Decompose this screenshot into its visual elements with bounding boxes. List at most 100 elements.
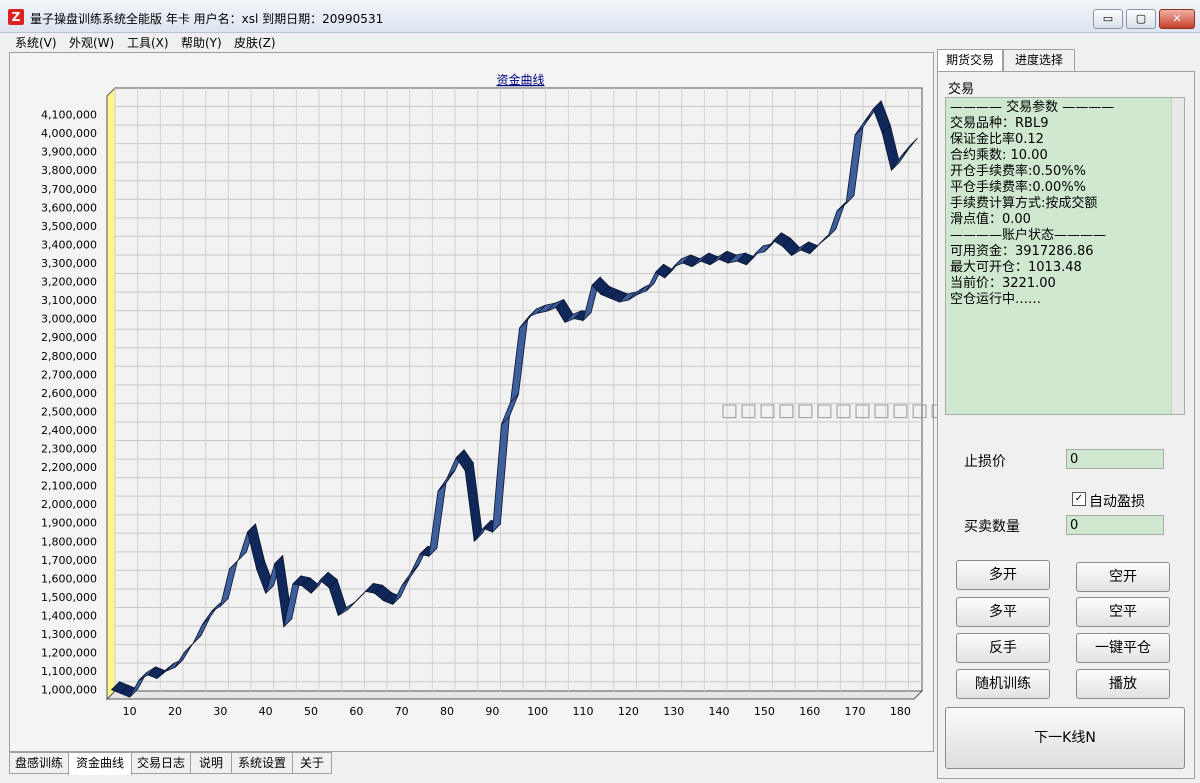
y-tick-label: 3,000,000 [41, 313, 97, 326]
y-tick-label: 3,300,000 [41, 257, 97, 270]
info-line: 合约乘数: 10.00 [950, 148, 1048, 163]
x-tick-label: 60 [349, 705, 363, 718]
y-tick-label: 2,000,000 [41, 498, 97, 511]
info-line: 空仓运行中…… [950, 292, 1042, 307]
menu-bar: 系统(V) 外观(W) 工具(X) 帮助(Y) 皮肤(Z) [0, 32, 1200, 50]
auto-stop-label: 自动盈损 [1089, 494, 1145, 510]
x-tick-label: 180 [890, 705, 911, 718]
x-tick-label: 170 [845, 705, 866, 718]
x-tick-label: 40 [259, 705, 273, 718]
info-line: 交易品种：RBL9 [950, 116, 1049, 131]
y-tick-label: 1,900,000 [41, 517, 97, 530]
y-tick-label: 2,400,000 [41, 424, 97, 437]
info-line: 可用资金：3917286.86 [950, 244, 1094, 259]
menu-system[interactable]: 系统(V) [15, 34, 57, 51]
info-scrollbar[interactable] [1171, 98, 1184, 414]
minimize-icon[interactable]: ▭ [1093, 9, 1123, 29]
app-logo-icon: Z [8, 9, 24, 25]
chart-side-wall [106, 86, 116, 701]
info-line: ————账户状态———— [950, 228, 1107, 243]
y-tick-label: 3,900,000 [41, 146, 97, 159]
chart-floor [105, 690, 924, 700]
reverse-button[interactable]: 反手 [956, 633, 1050, 663]
quantity-label: 买卖数量 [964, 519, 1020, 535]
y-tick-label: 2,700,000 [41, 368, 97, 381]
tab-system-settings[interactable]: 系统设置 [231, 752, 293, 774]
tab-about[interactable]: 关于 [292, 752, 332, 774]
y-tick-label: 3,100,000 [41, 294, 97, 307]
info-line: 当前价：3221.00 [950, 276, 1056, 291]
tab-futures-trading[interactable]: 期货交易 [937, 49, 1003, 73]
x-tick-label: 120 [618, 705, 639, 718]
y-tick-label: 1,800,000 [41, 535, 97, 548]
x-tick-label: 150 [754, 705, 775, 718]
y-tick-label: 2,100,000 [41, 480, 97, 493]
open-short-button[interactable]: 空开 [1076, 562, 1170, 592]
window-title: 量子操盘训练系统全能版 年卡 用户名：xsl 到期日期：20990531 [30, 12, 384, 26]
x-tick-label: 110 [573, 705, 594, 718]
auto-stop-checkbox[interactable]: ✓ [1072, 492, 1086, 506]
y-tick-label: 1,300,000 [41, 628, 97, 641]
info-line: 滑点值：0.00 [950, 212, 1031, 227]
y-tick-label: 2,300,000 [41, 443, 97, 456]
x-tick-label: 20 [168, 705, 182, 718]
x-tick-label: 100 [527, 705, 548, 718]
info-line: 手续费计算方式:按成交额 [950, 196, 1098, 211]
info-line: 开仓手续费率:0.50%% [950, 164, 1087, 179]
y-tick-label: 1,600,000 [41, 572, 97, 585]
y-tick-label: 2,900,000 [41, 331, 97, 344]
close-all-button[interactable]: 一键平仓 [1076, 633, 1170, 663]
menu-skin[interactable]: 皮肤(Z) [234, 34, 276, 51]
tab-instructions[interactable]: 说明 [190, 752, 232, 774]
x-tick-label: 90 [485, 705, 499, 718]
y-tick-label: 4,100,000 [41, 109, 97, 122]
play-button[interactable]: 播放 [1076, 669, 1170, 699]
title-bar: Z 量子操盘训练系统全能版 年卡 用户名：xsl 到期日期：20990531 ▭… [0, 0, 1200, 33]
stop-loss-input[interactable]: 0 [1066, 449, 1164, 469]
y-tick-label: 1,700,000 [41, 554, 97, 567]
info-line: ———— 交易参数 ———— [950, 100, 1115, 115]
close-short-button[interactable]: 空平 [1076, 597, 1170, 627]
y-tick-label: 1,500,000 [41, 591, 97, 604]
x-tick-label: 160 [799, 705, 820, 718]
tab-trade-log[interactable]: 交易日志 [131, 752, 191, 774]
chart-title: 资金曲线 [496, 72, 544, 87]
next-bar-button[interactable]: 下一K线N [945, 707, 1185, 769]
y-tick-label: 3,500,000 [41, 220, 97, 233]
close-long-button[interactable]: 多平 [956, 597, 1050, 627]
y-tick-label: 2,500,000 [41, 405, 97, 418]
x-tick-label: 80 [440, 705, 454, 718]
random-training-button[interactable]: 随机训练 [956, 669, 1050, 699]
y-tick-label: 1,200,000 [41, 647, 97, 660]
menu-view[interactable]: 外观(W) [69, 34, 114, 51]
tab-progress-select[interactable]: 进度选择 [1003, 49, 1075, 72]
y-tick-label: 2,600,000 [41, 387, 97, 400]
trade-section-title: 交易 [948, 82, 975, 97]
y-tick-label: 3,400,000 [41, 238, 97, 251]
x-tick-label: 10 [123, 705, 137, 718]
menu-help[interactable]: 帮助(Y) [181, 34, 222, 51]
x-tick-label: 70 [395, 705, 409, 718]
tab-equity-curve[interactable]: 资金曲线 [68, 752, 132, 775]
y-tick-label: 4,000,000 [41, 127, 97, 140]
quantity-input[interactable]: 0 [1066, 515, 1164, 535]
y-tick-label: 3,700,000 [41, 183, 97, 196]
maximize-icon[interactable]: ▢ [1126, 9, 1156, 29]
menu-tools[interactable]: 工具(X) [127, 34, 169, 51]
y-tick-label: 2,800,000 [41, 350, 97, 363]
y-tick-label: 1,400,000 [41, 610, 97, 623]
y-tick-label: 2,200,000 [41, 461, 97, 474]
x-tick-label: 140 [709, 705, 730, 718]
trade-info-box: ———— 交易参数 ———— 交易品种：RBL9 保证金比率0.12 合约乘数:… [945, 97, 1185, 415]
y-tick-label: 3,600,000 [41, 201, 97, 214]
y-tick-label: 1,100,000 [41, 665, 97, 678]
overlay-glyphs: □□□□□□□□□□□□ [721, 400, 950, 421]
info-line: 保证金比率0.12 [950, 132, 1044, 147]
tab-market-training[interactable]: 盘感训练 [9, 752, 69, 774]
x-tick-label: 30 [213, 705, 227, 718]
x-tick-label: 50 [304, 705, 318, 718]
close-icon[interactable]: ✕ [1159, 9, 1195, 29]
open-long-button[interactable]: 多开 [956, 560, 1050, 590]
y-tick-label: 1,000,000 [41, 684, 97, 697]
y-tick-label: 3,200,000 [41, 276, 97, 289]
